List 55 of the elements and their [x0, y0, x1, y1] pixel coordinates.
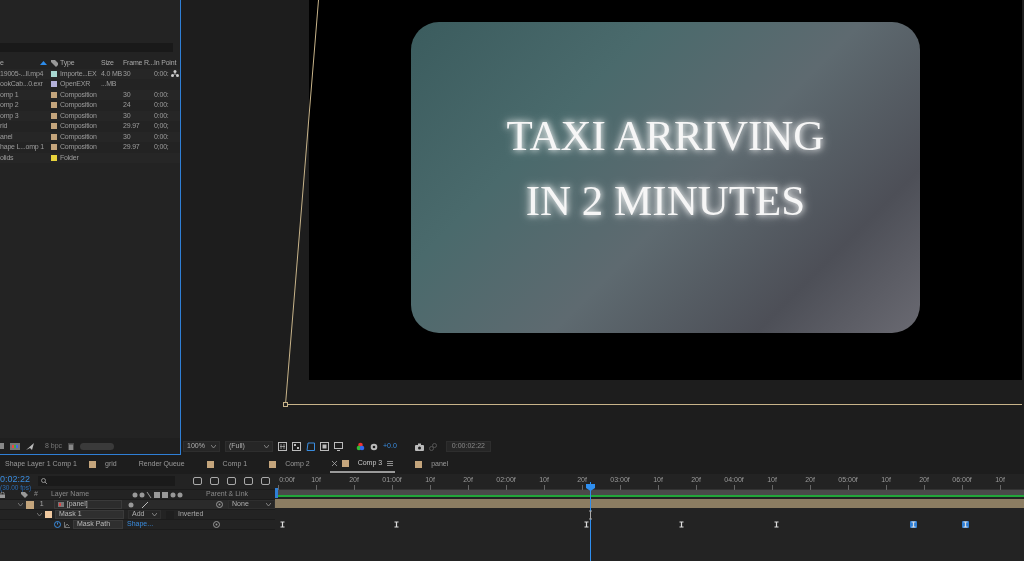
label-color-swatch[interactable]	[26, 500, 34, 509]
work-area-bar[interactable]	[275, 490, 1024, 497]
keyframe-icon[interactable]	[773, 521, 780, 528]
lock-icon[interactable]	[0, 491, 5, 498]
label-color-swatch[interactable]	[51, 112, 57, 119]
label-color-swatch[interactable]	[51, 123, 57, 130]
trash-icon[interactable]	[68, 442, 75, 450]
label-color-swatch[interactable]	[51, 133, 57, 140]
label-color-swatch[interactable]	[51, 102, 57, 109]
transparency-grid-icon[interactable]	[292, 442, 301, 451]
keyframe-icon[interactable]	[678, 521, 685, 528]
composition-icon[interactable]	[10, 442, 20, 450]
caret-icon	[264, 445, 269, 448]
caption-text: TAXI ARRIVING	[506, 110, 825, 161]
label-color-swatch[interactable]	[51, 81, 57, 88]
pick-whip-icon[interactable]	[213, 521, 221, 528]
caret-icon	[266, 503, 271, 506]
keyframe-icon[interactable]	[279, 521, 286, 528]
layer-type-icon	[57, 502, 64, 507]
sort-arrow-icon	[40, 61, 47, 65]
close-icon	[331, 461, 337, 466]
caret-icon[interactable]	[37, 512, 42, 517]
mask-outline-icon[interactable]	[306, 442, 315, 451]
label-color-swatch[interactable]	[51, 70, 57, 77]
stopwatch-icon[interactable]	[54, 521, 61, 528]
pick-whip-icon[interactable]	[216, 501, 224, 508]
switches-icon	[132, 491, 185, 498]
hierarchy-icon	[170, 70, 179, 78]
tag-icon	[51, 59, 58, 67]
camera-icon[interactable]	[414, 442, 424, 451]
grid-icon[interactable]	[278, 442, 287, 451]
tag-icon	[21, 491, 28, 498]
caption-text: IN 2 MINUTES	[525, 175, 806, 226]
label-color-swatch[interactable]	[45, 511, 52, 518]
work-area-start-marker[interactable]	[275, 488, 278, 498]
label-color-swatch[interactable]	[51, 91, 57, 98]
caret-icon[interactable]	[18, 502, 23, 507]
frame-icon[interactable]	[320, 442, 329, 451]
caret-icon	[152, 513, 157, 516]
scrollbar-thumb[interactable]	[80, 442, 115, 450]
label-color-swatch[interactable]	[51, 154, 57, 161]
menu-icon	[387, 461, 394, 466]
gear-icon[interactable]	[370, 442, 378, 451]
search-icon	[41, 478, 48, 484]
render-icon[interactable]	[26, 442, 34, 450]
keyframe-icon[interactable]	[393, 521, 400, 528]
quality-icon[interactable]	[142, 501, 149, 508]
current-time[interactable]: 0:02:22	[0, 474, 38, 484]
monitor-icon[interactable]	[334, 442, 343, 451]
color-channels-icon[interactable]	[356, 442, 365, 451]
search-field[interactable]	[38, 476, 175, 486]
label-color-swatch[interactable]	[51, 144, 57, 151]
keyframe-icon[interactable]	[583, 521, 590, 528]
caret-icon	[211, 445, 216, 448]
graph-icon[interactable]	[64, 521, 70, 528]
